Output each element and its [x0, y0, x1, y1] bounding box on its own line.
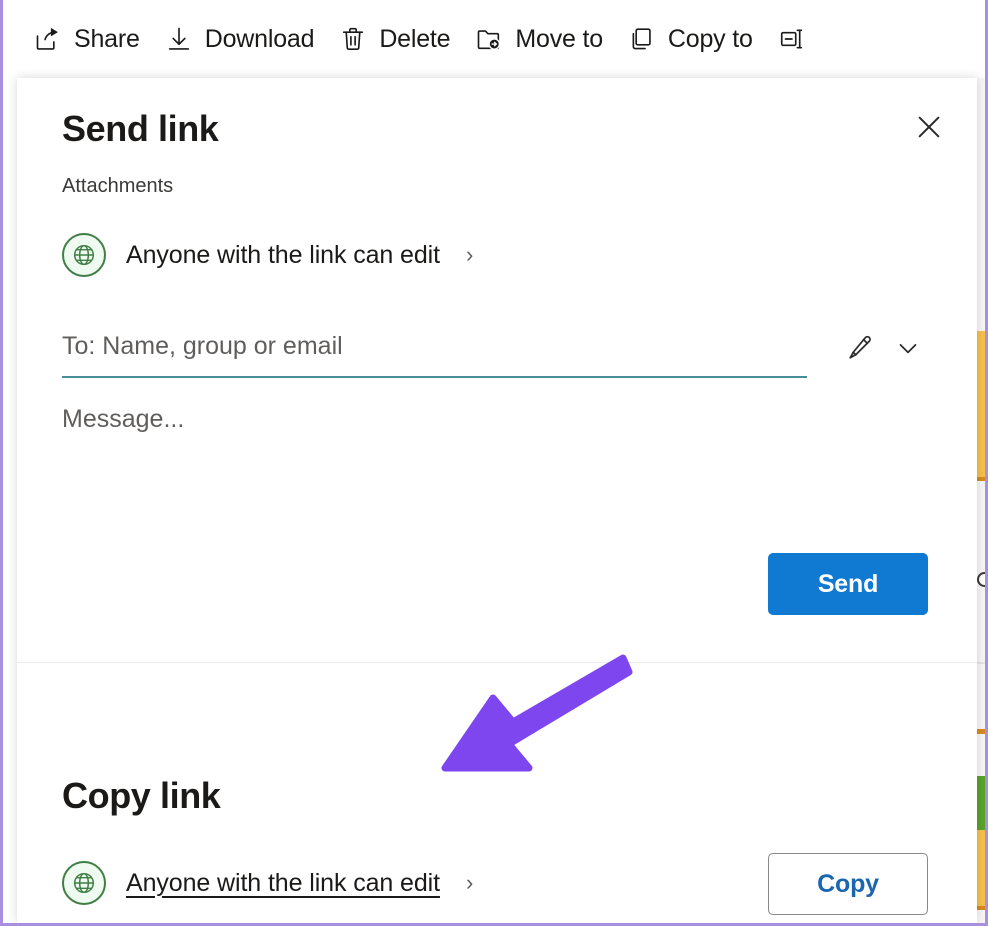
rename-button[interactable]: [769, 18, 834, 60]
edit-permission-button[interactable]: [837, 326, 883, 372]
sliver-divider: [977, 662, 985, 664]
send-link-section: Send link Attachments Anyone with the li…: [17, 78, 977, 662]
green-bar: [977, 776, 985, 830]
share-icon: [33, 24, 63, 54]
delete-button[interactable]: Delete: [330, 18, 466, 60]
globe-icon: [62, 861, 106, 905]
close-button[interactable]: [905, 104, 953, 152]
download-label: Download: [204, 24, 315, 53]
attachments-subtitle: Attachments: [62, 175, 174, 197]
rename-icon: [777, 24, 807, 54]
copy-link-section: Copy link Anyone with the link can edit …: [17, 663, 977, 923]
move-to-button[interactable]: Move to: [466, 18, 619, 60]
to-input[interactable]: [62, 325, 807, 378]
globe-icon: [62, 233, 106, 277]
share-dialog: Send link Attachments Anyone with the li…: [17, 78, 977, 923]
copy-permission-label: Anyone with the link can edit: [126, 868, 440, 897]
send-link-title: Send link: [62, 108, 219, 149]
chevron-down-icon: [893, 333, 923, 366]
copy-to-button[interactable]: Copy to: [619, 18, 769, 60]
delete-label: Delete: [379, 24, 451, 53]
download-icon: [164, 24, 194, 54]
status-circle-icon: [977, 572, 985, 587]
move-to-folder-icon: [474, 24, 504, 54]
send-permission-label: Anyone with the link can edit: [126, 240, 440, 269]
message-input[interactable]: [62, 404, 922, 534]
yellow-bar-top: [977, 331, 985, 477]
move-to-label: Move to: [515, 24, 603, 53]
copy-to-label: Copy to: [667, 24, 753, 53]
chevron-right-icon: ›: [465, 242, 474, 267]
command-bar: Share Download Delete Move to Copy to: [3, 0, 985, 78]
send-button[interactable]: Send: [768, 553, 928, 615]
expand-recipients-button[interactable]: [885, 326, 931, 372]
yellow-bar-bottom: [977, 830, 985, 906]
background-page-sliver: [977, 78, 985, 923]
close-icon: [913, 111, 945, 146]
chevron-right-icon: ›: [465, 870, 474, 895]
share-label: Share: [74, 24, 140, 53]
share-button[interactable]: Share: [25, 18, 156, 60]
amber-rule-top: [977, 477, 985, 481]
annotated-screenshot-frame: Share Download Delete Move to Copy to Se…: [0, 0, 988, 926]
download-button[interactable]: Download: [156, 18, 331, 60]
copy-link-permission[interactable]: Anyone with the link can edit ›: [62, 861, 473, 905]
trash-icon: [338, 24, 368, 54]
amber-rule-bottom: [977, 906, 985, 910]
copy-link-title: Copy link: [62, 775, 221, 816]
pencil-icon: [845, 333, 875, 366]
copy-button[interactable]: Copy: [768, 853, 928, 915]
copy-to-icon: [627, 24, 657, 54]
amber-rule-mid: [977, 729, 985, 734]
send-link-permission[interactable]: Anyone with the link can edit ›: [62, 233, 473, 277]
